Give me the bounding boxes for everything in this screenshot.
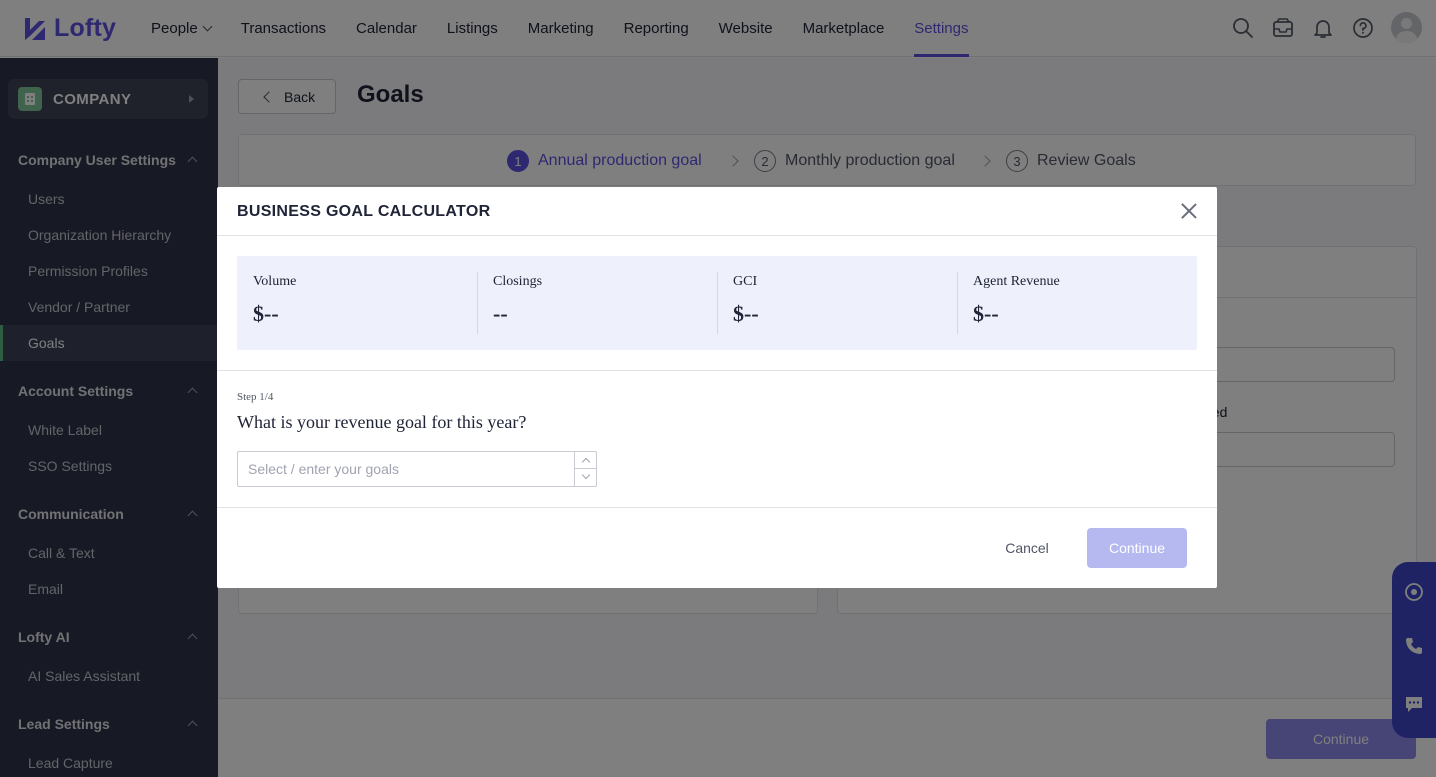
stat-gci: GCI $-- [717,256,957,350]
divider [957,272,958,334]
continue-button[interactable]: Continue [1087,528,1187,568]
step-indicator: Step 1/4 [237,391,274,403]
stepper-up-icon[interactable] [575,452,597,469]
stat-value: $-- [253,301,279,326]
divider [217,370,1217,371]
goal-summary: Volume $-- Closings -- GCI $-- Agent Rev… [237,256,1197,350]
stat-value: $-- [973,301,999,326]
cancel-button[interactable]: Cancel [985,528,1069,568]
divider [477,272,478,334]
question-text: What is your revenue goal for this year? [237,412,527,432]
number-stepper [574,452,597,486]
divider [717,272,718,334]
stat-value: -- [493,301,508,326]
stat-value: $-- [733,301,759,326]
business-goal-calculator-dialog: BUSINESS GOAL CALCULATOR Volume $-- Clos… [217,187,1217,588]
close-icon[interactable] [1179,201,1199,221]
stat-label: Closings [493,274,543,289]
dialog-header: BUSINESS GOAL CALCULATOR [217,187,1217,236]
dialog-title: BUSINESS GOAL CALCULATOR [237,203,491,220]
stat-agent-revenue: Agent Revenue $-- [957,256,1197,350]
stat-label: Agent Revenue [973,274,1060,289]
stat-volume: Volume $-- [237,256,477,350]
stat-label: Volume [253,274,297,289]
stat-closings: Closings -- [477,256,717,350]
revenue-goal-input[interactable] [238,452,574,486]
stepper-down-icon[interactable] [575,469,597,486]
dialog-footer: Cancel Continue [217,507,1217,588]
revenue-goal-input-wrapper [237,451,597,487]
stat-label: GCI [733,274,758,289]
